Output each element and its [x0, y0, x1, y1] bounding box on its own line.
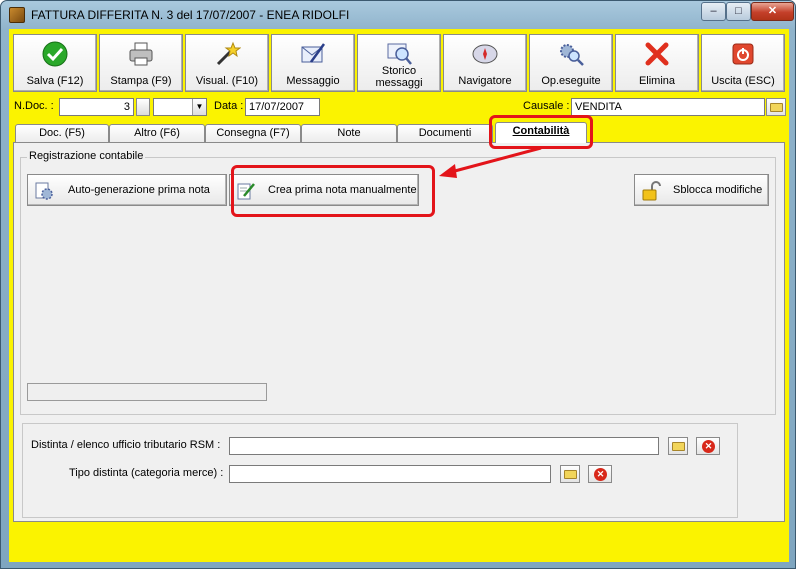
application-window: FATTURA DIFFERITA N. 3 del 17/07/2007 - … — [0, 0, 796, 569]
window-title: FATTURA DIFFERITA N. 3 del 17/07/2007 - … — [31, 8, 350, 22]
distinta-folder-button[interactable] — [668, 437, 688, 455]
tab-altro[interactable]: Altro (F6) — [109, 124, 205, 143]
arrow-annotation-icon — [439, 146, 542, 178]
folder-icon — [672, 442, 685, 451]
preview-button[interactable]: Visual. (F10) — [185, 34, 269, 92]
progress-bar — [27, 383, 267, 401]
navigator-label: Navigatore — [458, 75, 512, 87]
title-bar[interactable]: FATTURA DIFFERITA N. 3 del 17/07/2007 - … — [1, 1, 795, 29]
minimize-button[interactable]: – — [701, 2, 726, 21]
create-manual-entry-label: Crea prima nota manualmente — [268, 184, 417, 196]
auto-generate-button[interactable]: Auto-generazione prima nota — [27, 174, 227, 206]
tab-documenti[interactable]: Documenti — [397, 124, 493, 143]
toolbar: Salva (F12) Stampa (F9) Visual. (F10) Me… — [13, 34, 785, 92]
search-history-icon — [387, 43, 412, 65]
unlock-edits-button[interactable]: Sblocca modifiche — [634, 174, 769, 206]
maximize-button[interactable]: □ — [726, 2, 751, 21]
operations-button[interactable]: Op.eseguite — [529, 34, 613, 92]
date-field[interactable]: 17/07/2007 — [245, 98, 320, 116]
printer-icon — [129, 42, 153, 66]
delete-label: Elimina — [638, 75, 676, 87]
document-gear-icon — [35, 182, 53, 200]
accounting-registration-group: Registrazione contabile Auto-generazione… — [20, 150, 776, 415]
folder-icon — [770, 103, 783, 112]
magic-wand-icon — [216, 41, 241, 66]
save-label: Salva (F12) — [26, 75, 84, 87]
delete-icon: ✕ — [594, 468, 607, 481]
navigator-button[interactable]: Navigatore — [443, 34, 527, 92]
ndoc-field[interactable]: 3 — [59, 98, 134, 116]
note-edit-icon — [237, 183, 255, 200]
message-history-button[interactable]: Storico messaggi — [357, 34, 441, 92]
tipo-distinta-folder-button[interactable] — [560, 465, 580, 483]
unlock-icon — [642, 181, 661, 201]
tab-note[interactable]: Note — [301, 124, 397, 143]
unlock-edits-label: Sblocca modifiche — [673, 184, 763, 196]
preview-label: Visual. (F10) — [195, 75, 259, 87]
tipo-distinta-field[interactable] — [229, 465, 551, 483]
tipo-distinta-label: Tipo distinta (categoria merce) : — [69, 467, 224, 479]
folder-icon — [564, 470, 577, 479]
form-area: Salva (F12) Stampa (F9) Visual. (F10) Me… — [9, 29, 789, 562]
app-icon — [9, 7, 25, 23]
operations-label: Op.eseguite — [541, 75, 601, 87]
distinta-group: Distinta / elenco ufficio tributario RSM… — [22, 423, 738, 518]
distinta-clear-button[interactable]: ✕ — [696, 437, 720, 455]
tab-bar: Doc. (F5) Altro (F6) Consegna (F7) Note … — [13, 122, 785, 143]
print-label: Stampa (F9) — [110, 75, 172, 87]
chevron-down-icon[interactable]: ▼ — [192, 99, 206, 115]
distinta-label: Distinta / elenco ufficio tributario RSM… — [31, 439, 221, 451]
auto-generate-label: Auto-generazione prima nota — [68, 184, 210, 196]
message-history-label: Storico messaggi — [375, 65, 423, 89]
date-label: Data : — [214, 100, 244, 112]
print-button[interactable]: Stampa (F9) — [99, 34, 183, 92]
compass-icon — [472, 44, 498, 64]
message-pen-icon — [301, 43, 326, 63]
tab-contabilita[interactable]: Contabilità — [495, 122, 587, 143]
causale-label: Causale : — [523, 100, 570, 112]
contabilita-panel: Registrazione contabile Auto-generazione… — [13, 142, 785, 522]
ndoc-lookup-button[interactable] — [136, 98, 150, 116]
series-combo[interactable]: ▼ — [153, 98, 207, 116]
tab-doc[interactable]: Doc. (F5) — [15, 124, 109, 143]
create-manual-entry-button[interactable]: Crea prima nota manualmente — [229, 174, 419, 206]
save-button[interactable]: Salva (F12) — [13, 34, 97, 92]
delete-icon: ✕ — [702, 440, 715, 453]
distinta-field[interactable] — [229, 437, 659, 455]
exit-label: Uscita (ESC) — [711, 75, 775, 87]
exit-power-icon — [732, 43, 754, 65]
causale-folder-button[interactable] — [766, 98, 786, 116]
close-button[interactable]: ✕ — [751, 2, 794, 21]
gears-search-icon — [560, 44, 584, 66]
document-header-row: N.Doc. : 3 ▼ Data : 17/07/2007 Causale :… — [9, 95, 789, 117]
tipo-distinta-clear-button[interactable]: ✕ — [588, 465, 612, 483]
delete-button[interactable]: Elimina — [615, 34, 699, 92]
message-button[interactable]: Messaggio — [271, 34, 355, 92]
red-x-icon — [645, 42, 669, 66]
message-label: Messaggio — [286, 75, 340, 87]
tab-consegna[interactable]: Consegna (F7) — [205, 124, 301, 143]
causale-field[interactable]: VENDITA — [571, 98, 765, 116]
exit-button[interactable]: Uscita (ESC) — [701, 34, 785, 92]
group-title: Registrazione contabile — [27, 150, 146, 162]
ndoc-label: N.Doc. : — [14, 100, 54, 112]
check-icon — [42, 41, 68, 67]
